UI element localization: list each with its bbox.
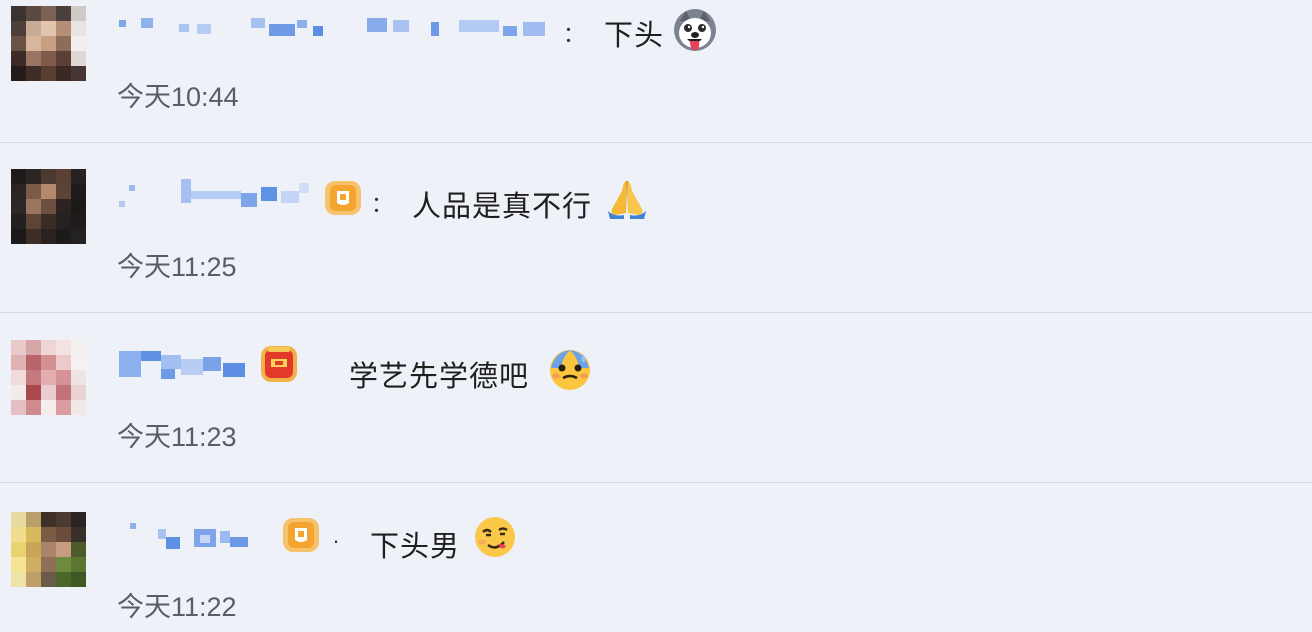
- separator: ：: [563, 22, 586, 47]
- comment-timestamp: 今天11:22: [117, 592, 237, 622]
- username-blurred[interactable]: [119, 179, 319, 207]
- avatar[interactable]: [11, 169, 86, 244]
- comment-text: 人品是真不行: [412, 189, 593, 223]
- avatar[interactable]: [11, 340, 86, 415]
- comment-timestamp: 今天11:25: [117, 252, 237, 282]
- comment-text: 下头男: [370, 529, 461, 563]
- separator: ：: [371, 192, 394, 217]
- username-blurred[interactable]: [119, 351, 249, 379]
- username-blurred[interactable]: [130, 523, 270, 549]
- sweating-face-emoji: [550, 350, 590, 390]
- husky-tongue-emoji: [674, 9, 716, 51]
- user-level-badge: [261, 346, 297, 382]
- comment-item: 学艺先学德吧 今天11:23: [0, 313, 1312, 482]
- avatar[interactable]: [11, 512, 86, 587]
- comment-text: 学艺先学德吧: [349, 359, 530, 393]
- separator: .: [333, 523, 340, 548]
- comment-item: ： 下头 今天10:44: [0, 0, 1312, 142]
- avatar[interactable]: [11, 6, 86, 81]
- comment-item: ： 人品是真不行 今天11:25: [0, 143, 1312, 312]
- comment-timestamp: 今天10:44: [117, 82, 239, 112]
- user-level-badge: [325, 181, 361, 215]
- comment-feed: ： 下头 今天10:44 ： 人品是真不行 今天11:25 学艺先学德吧 今天1…: [0, 0, 1312, 632]
- comment-item: . 下头男 今天11:22: [0, 483, 1312, 632]
- username-blurred[interactable]: [119, 18, 559, 40]
- comment-timestamp: 今天11:23: [117, 422, 237, 452]
- smirking-face-emoji: [475, 517, 515, 557]
- user-level-badge: [283, 518, 319, 552]
- praying-hands-emoji: [608, 181, 646, 219]
- comment-text: 下头: [604, 18, 665, 52]
